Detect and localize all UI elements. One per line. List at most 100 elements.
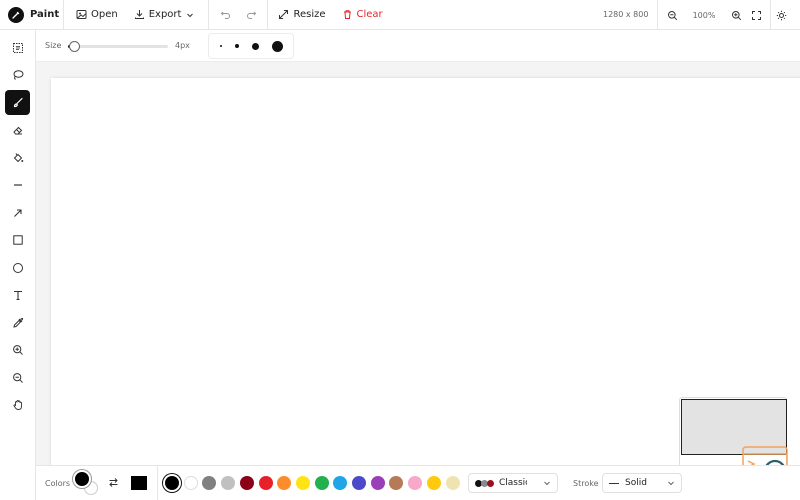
brush-logo-icon bbox=[8, 6, 24, 23]
palette-preview-dot bbox=[487, 479, 494, 487]
select-tool[interactable] bbox=[5, 35, 30, 60]
size-preset-md[interactable] bbox=[251, 42, 259, 50]
eyedropper-tool[interactable] bbox=[5, 310, 30, 335]
fullscreen-icon bbox=[751, 10, 761, 20]
lasso-icon bbox=[13, 69, 23, 80]
ellipse-tool[interactable] bbox=[5, 255, 30, 280]
app-name: Paint bbox=[30, 9, 60, 20]
brush-icon bbox=[13, 97, 23, 107]
open-label: Open bbox=[91, 9, 118, 20]
size-preset-xs[interactable] bbox=[219, 45, 222, 47]
toolbar-divider bbox=[208, 0, 210, 30]
clear-label: Clear bbox=[356, 9, 383, 20]
color-swatch[interactable] bbox=[389, 476, 404, 490]
zoom-in-icon bbox=[731, 10, 741, 20]
size-slider-handle[interactable] bbox=[69, 41, 80, 52]
zoom-controls: 100% bbox=[657, 0, 771, 30]
ellipse-icon bbox=[12, 262, 23, 273]
size-label: Size bbox=[45, 41, 62, 50]
fit-screen-button[interactable] bbox=[746, 5, 766, 25]
resize-icon bbox=[279, 10, 289, 19]
tool-options-bar: Size 4px bbox=[36, 30, 800, 62]
app-brand: Paint bbox=[0, 0, 64, 30]
rectangle-tool[interactable] bbox=[5, 227, 30, 252]
color-swatch[interactable] bbox=[165, 476, 179, 490]
color-swatch[interactable] bbox=[314, 476, 329, 490]
export-button[interactable]: Export bbox=[128, 0, 201, 30]
resize-label: Resize bbox=[293, 9, 326, 20]
zoom-in-button[interactable] bbox=[726, 5, 746, 25]
color-swatch[interactable] bbox=[333, 476, 348, 490]
color-swatch[interactable] bbox=[426, 476, 441, 490]
swap-colors-button[interactable] bbox=[108, 477, 119, 491]
canvas-dimensions: 1280 x 800 bbox=[603, 10, 649, 19]
redo-button[interactable] bbox=[241, 5, 261, 25]
palette-preview bbox=[475, 479, 494, 487]
color-swatch[interactable] bbox=[370, 476, 385, 490]
text-tool[interactable] bbox=[5, 282, 30, 307]
color-swatch[interactable] bbox=[408, 476, 423, 490]
color-swatch[interactable] bbox=[258, 476, 273, 490]
color-swatch[interactable] bbox=[295, 476, 310, 490]
color-swatch[interactable] bbox=[202, 476, 217, 490]
zoom-out-button[interactable] bbox=[662, 5, 682, 25]
palette-select[interactable]: Classic bbox=[468, 473, 558, 493]
lasso-tool[interactable] bbox=[5, 62, 30, 87]
brush-size-slider[interactable] bbox=[68, 41, 168, 52]
stroke-value: Solid bbox=[625, 478, 647, 488]
color-swatch[interactable] bbox=[183, 476, 198, 490]
color-swatch[interactable] bbox=[221, 476, 236, 490]
palette-name: Classic bbox=[499, 478, 527, 488]
theme-toggle-button[interactable] bbox=[771, 5, 791, 25]
size-preset-lg[interactable] bbox=[271, 40, 283, 52]
zoom-level: 100% bbox=[692, 10, 716, 20]
open-button[interactable]: Open bbox=[70, 0, 124, 30]
current-color-swatch[interactable] bbox=[131, 476, 147, 490]
stroke-label: Stroke bbox=[573, 479, 599, 488]
resize-button[interactable]: Resize bbox=[272, 0, 331, 30]
arrow-icon bbox=[13, 208, 22, 217]
clear-button[interactable]: Clear bbox=[336, 0, 389, 30]
undo-button[interactable] bbox=[215, 5, 235, 25]
eyedropper-icon bbox=[12, 317, 23, 328]
tool-palette bbox=[0, 30, 36, 500]
undo-icon bbox=[220, 11, 230, 19]
stroke-line-icon bbox=[609, 482, 619, 484]
size-preset-sm[interactable] bbox=[234, 44, 239, 48]
eraser-tool[interactable] bbox=[5, 117, 30, 142]
download-icon bbox=[134, 10, 144, 19]
size-value: 4px bbox=[175, 41, 190, 50]
toolbar-divider bbox=[267, 0, 269, 30]
palette-divider bbox=[157, 466, 158, 500]
eraser-icon bbox=[12, 126, 22, 134]
sun-icon bbox=[776, 10, 786, 20]
zoom-out-icon bbox=[667, 10, 677, 20]
zoom-in-icon bbox=[12, 344, 23, 355]
brush-tool[interactable] bbox=[5, 90, 30, 115]
hand-icon bbox=[12, 399, 22, 410]
trash-icon bbox=[343, 10, 351, 19]
arrow-tool[interactable] bbox=[5, 200, 30, 225]
rectangle-icon bbox=[12, 234, 23, 245]
size-presets bbox=[208, 33, 294, 59]
zoom-in-tool[interactable] bbox=[5, 337, 30, 362]
line-tool[interactable] bbox=[5, 172, 30, 197]
chevron-down-icon bbox=[544, 481, 550, 486]
pan-tool[interactable] bbox=[5, 392, 30, 417]
zoom-out-tool[interactable] bbox=[5, 365, 30, 390]
export-label: Export bbox=[148, 9, 182, 20]
color-swatch[interactable] bbox=[445, 476, 460, 490]
primary-color[interactable] bbox=[73, 470, 91, 488]
swap-icon bbox=[109, 478, 118, 487]
select-icon bbox=[12, 42, 23, 53]
zoom-out-icon bbox=[12, 372, 23, 383]
color-swatch[interactable] bbox=[352, 476, 366, 490]
color-swatch[interactable] bbox=[277, 476, 292, 490]
color-swatch[interactable] bbox=[239, 476, 254, 490]
color-bar: Colors Classic Stroke Solid bbox=[36, 465, 800, 500]
redo-icon bbox=[246, 11, 257, 19]
chevron-down-icon bbox=[187, 13, 194, 17]
fill-tool[interactable] bbox=[5, 145, 30, 170]
chevron-down-icon bbox=[668, 481, 674, 486]
stroke-style-select[interactable]: Solid bbox=[602, 473, 682, 493]
